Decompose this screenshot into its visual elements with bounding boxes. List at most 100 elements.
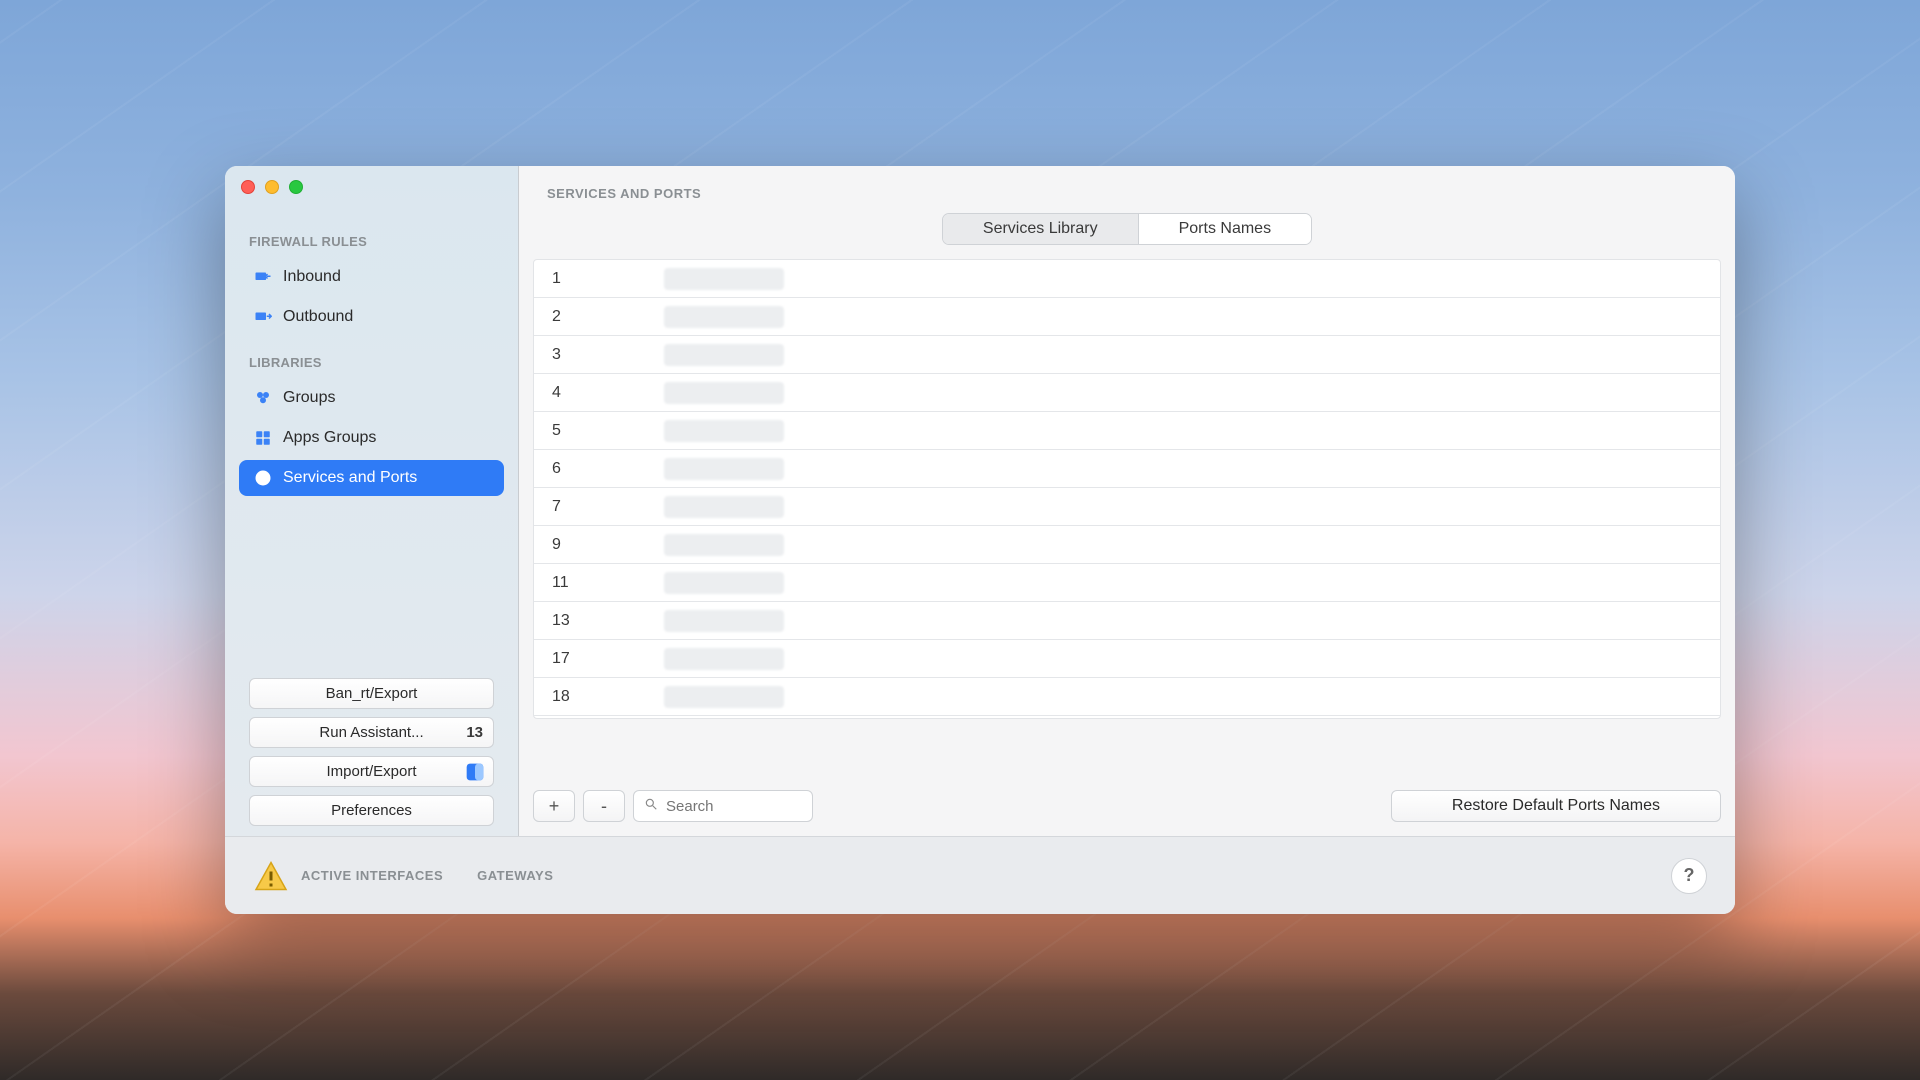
- ports-table-wrap: 1 2 3 4 5 6 7 9 11 13 17 18: [519, 259, 1735, 780]
- sidebar-item-label: Groups: [283, 389, 335, 407]
- search-input[interactable]: [666, 798, 802, 815]
- close-icon[interactable]: [241, 180, 255, 194]
- port-number: 1: [534, 270, 664, 288]
- tab-bar: Services Library Ports Names: [519, 213, 1735, 259]
- import-export-button[interactable]: Import/Export: [249, 756, 494, 787]
- table-toolbar: + - Restore Default Ports Names: [519, 780, 1735, 836]
- port-name: [664, 648, 1720, 670]
- redacted-text: [664, 686, 784, 708]
- port-number: 18: [534, 688, 664, 706]
- apps-groups-icon: [253, 428, 273, 448]
- sidebar: FIREWALL RULES Inbound Outbound LIBRARIE…: [225, 166, 519, 836]
- preferences-button[interactable]: Preferences: [249, 795, 494, 826]
- sidebar-item-apps-groups[interactable]: Apps Groups: [239, 420, 504, 456]
- port-name: [664, 420, 1720, 442]
- ban-export-button[interactable]: Ban_rt/Export: [249, 678, 494, 709]
- redacted-text: [664, 534, 784, 556]
- add-button[interactable]: +: [533, 790, 575, 822]
- port-name: [664, 610, 1720, 632]
- button-label: Preferences: [331, 802, 412, 819]
- redacted-text: [664, 268, 784, 290]
- table-row[interactable]: 17: [534, 640, 1720, 678]
- port-name: [664, 382, 1720, 404]
- search-field[interactable]: [633, 790, 813, 822]
- table-row[interactable]: 9: [534, 526, 1720, 564]
- minimize-icon[interactable]: [265, 180, 279, 194]
- redacted-text: [664, 306, 784, 328]
- table-row[interactable]: 6: [534, 450, 1720, 488]
- port-number: 4: [534, 384, 664, 402]
- run-assistant-badge: 13: [466, 724, 483, 741]
- port-number: 11: [534, 574, 664, 592]
- main-panel: SERVICES AND PORTS Services Library Port…: [519, 166, 1735, 836]
- button-label: Ban_rt/Export: [326, 685, 418, 702]
- run-assistant-button[interactable]: Run Assistant... 13: [249, 717, 494, 748]
- redacted-text: [664, 496, 784, 518]
- minus-icon: -: [601, 796, 607, 817]
- button-label: Import/Export: [326, 763, 416, 780]
- redacted-text: [664, 610, 784, 632]
- window-controls: [225, 166, 518, 216]
- button-label: Run Assistant...: [319, 724, 423, 741]
- sidebar-item-label: Inbound: [283, 268, 341, 286]
- port-name: [664, 458, 1720, 480]
- sidebar-section-libraries: LIBRARIES: [225, 337, 518, 378]
- inbound-icon: [253, 267, 273, 287]
- app-window: FIREWALL RULES Inbound Outbound LIBRARIE…: [225, 166, 1735, 914]
- window-body: FIREWALL RULES Inbound Outbound LIBRARIE…: [225, 166, 1735, 836]
- sidebar-item-groups[interactable]: Groups: [239, 380, 504, 416]
- page-title: SERVICES AND PORTS: [519, 166, 1735, 213]
- warning-icon: [253, 858, 289, 894]
- port-number: 6: [534, 460, 664, 478]
- sidebar-item-inbound[interactable]: Inbound: [239, 259, 504, 295]
- table-row[interactable]: 13: [534, 602, 1720, 640]
- sidebar-item-label: Outbound: [283, 308, 353, 326]
- redacted-text: [664, 458, 784, 480]
- port-name: [664, 268, 1720, 290]
- sidebar-item-services-ports[interactable]: Services and Ports: [239, 460, 504, 496]
- port-number: 3: [534, 346, 664, 364]
- port-number: 5: [534, 422, 664, 440]
- ports-table[interactable]: 1 2 3 4 5 6 7 9 11 13 17 18: [533, 259, 1721, 719]
- outbound-icon: [253, 307, 273, 327]
- table-row[interactable]: 7: [534, 488, 1720, 526]
- table-row[interactable]: 2: [534, 298, 1720, 336]
- table-row[interactable]: 1: [534, 260, 1720, 298]
- port-name: [664, 496, 1720, 518]
- port-number: 9: [534, 536, 664, 554]
- port-number: 2: [534, 308, 664, 326]
- sidebar-item-outbound[interactable]: Outbound: [239, 299, 504, 335]
- help-button[interactable]: ?: [1671, 858, 1707, 894]
- sidebar-item-label: Services and Ports: [283, 469, 417, 487]
- redacted-text: [664, 420, 784, 442]
- table-row[interactable]: 11: [534, 564, 1720, 602]
- status-gateways[interactable]: GATEWAYS: [477, 868, 553, 883]
- table-row[interactable]: 18: [534, 678, 1720, 716]
- port-name: [664, 534, 1720, 556]
- globe-icon: [253, 468, 273, 488]
- table-row[interactable]: 4: [534, 374, 1720, 412]
- port-name: [664, 344, 1720, 366]
- port-number: 17: [534, 650, 664, 668]
- sidebar-buttons: Ban_rt/Export Run Assistant... 13 Import…: [225, 678, 518, 826]
- restore-defaults-button[interactable]: Restore Default Ports Names: [1391, 790, 1721, 822]
- status-label: GATEWAYS: [477, 868, 553, 883]
- redacted-text: [664, 648, 784, 670]
- zoom-icon[interactable]: [289, 180, 303, 194]
- status-label: ACTIVE INTERFACES: [301, 868, 443, 883]
- plus-icon: +: [549, 796, 560, 817]
- status-active-interfaces[interactable]: ACTIVE INTERFACES: [253, 858, 443, 894]
- finder-icon: [465, 762, 485, 782]
- sidebar-item-label: Apps Groups: [283, 429, 376, 447]
- redacted-text: [664, 382, 784, 404]
- table-row[interactable]: 3: [534, 336, 1720, 374]
- table-row[interactable]: 5: [534, 412, 1720, 450]
- sidebar-spacer: [225, 498, 518, 678]
- tab-services-library[interactable]: Services Library: [943, 214, 1138, 244]
- question-icon: ?: [1684, 865, 1695, 886]
- tab-ports-names[interactable]: Ports Names: [1138, 214, 1311, 244]
- remove-button[interactable]: -: [583, 790, 625, 822]
- sidebar-section-firewall: FIREWALL RULES: [225, 216, 518, 257]
- redacted-text: [664, 344, 784, 366]
- search-icon: [644, 797, 658, 816]
